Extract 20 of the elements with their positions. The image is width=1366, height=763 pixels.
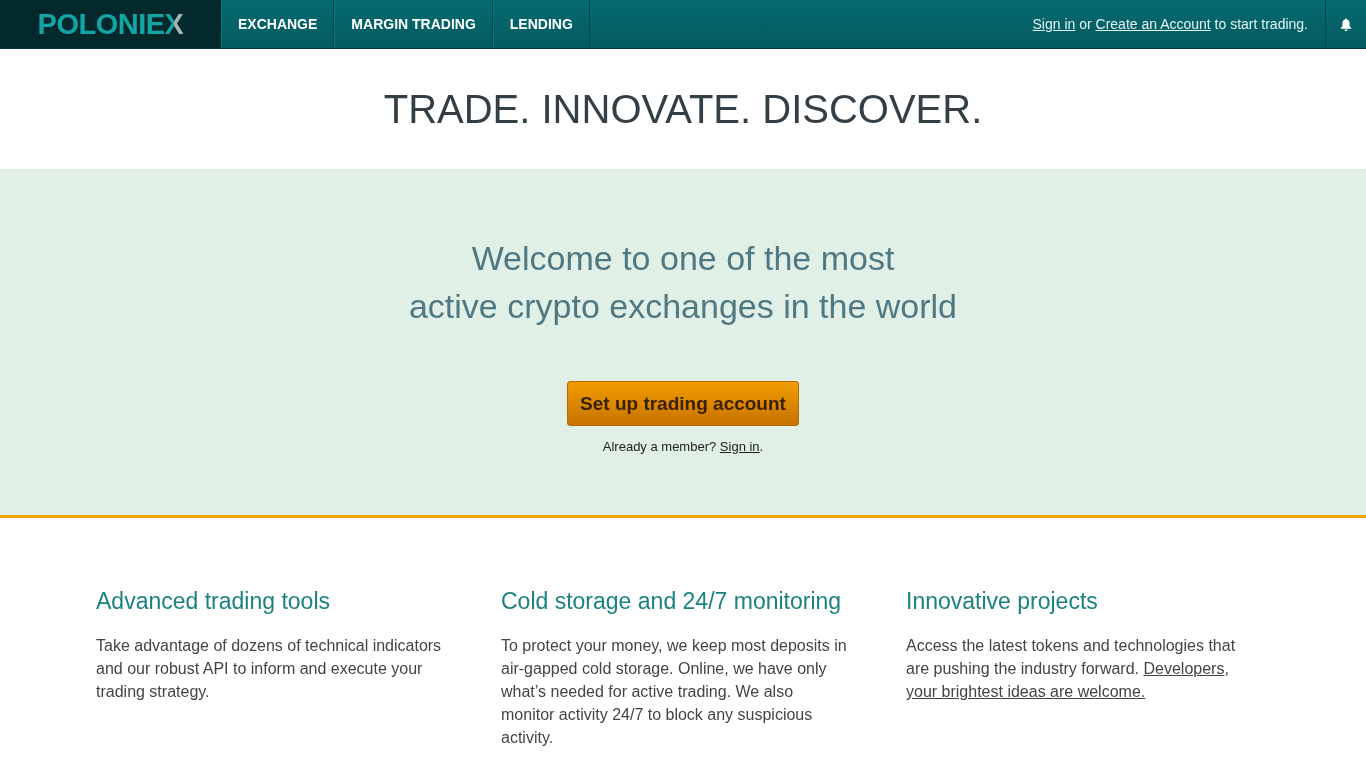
signup-button[interactable]: Set up trading account xyxy=(567,381,799,426)
nav-link[interactable]: EXCHANGE xyxy=(221,0,335,48)
feature-heading: Advanced trading tools xyxy=(96,587,331,616)
feature-heading: Cold storage and 24/7 monitoring xyxy=(501,587,843,616)
account-prompt: Sign in or Create an Account to start trading. xyxy=(1032,16,1309,32)
feature-text: To protect your money, we keep most deposits in air-gapped cold storage. Online, we have only what’s needed for active trading. We also monitor activity 24/7 to block any suspicious activity. xyxy=(501,636,848,748)
feature-heading: Innovative projects xyxy=(906,587,1099,616)
welcome-heading: Welcome to one of the most active crypto exchanges in the world xyxy=(407,238,959,327)
text-link[interactable]: Sign in xyxy=(1032,16,1076,32)
nav-link[interactable]: MARGIN TRADING xyxy=(334,0,493,48)
feature-text: Access the latest tokens and technologies that are pushing the industry forward. Developers, your brightest ideas are welcome. xyxy=(906,636,1237,702)
text-link[interactable]: Create an Account xyxy=(1095,16,1211,32)
nav-link[interactable]: LENDING xyxy=(492,0,590,48)
member-prompt: Already a member? Sign in. xyxy=(601,438,765,456)
feature-text: Take advantage of dozens of technical indicators and our robust API to inform and execute your trading strategy. xyxy=(96,636,443,702)
text-link[interactable]: Sign in xyxy=(719,439,760,454)
text-link[interactable]: Developers xyxy=(1143,660,1225,677)
bell-icon xyxy=(1340,17,1352,31)
tagline-heading: TRADE. INNOVATE. DISCOVER. xyxy=(383,86,983,133)
text-link[interactable]: your brightest ideas are welcome. xyxy=(906,683,1146,700)
